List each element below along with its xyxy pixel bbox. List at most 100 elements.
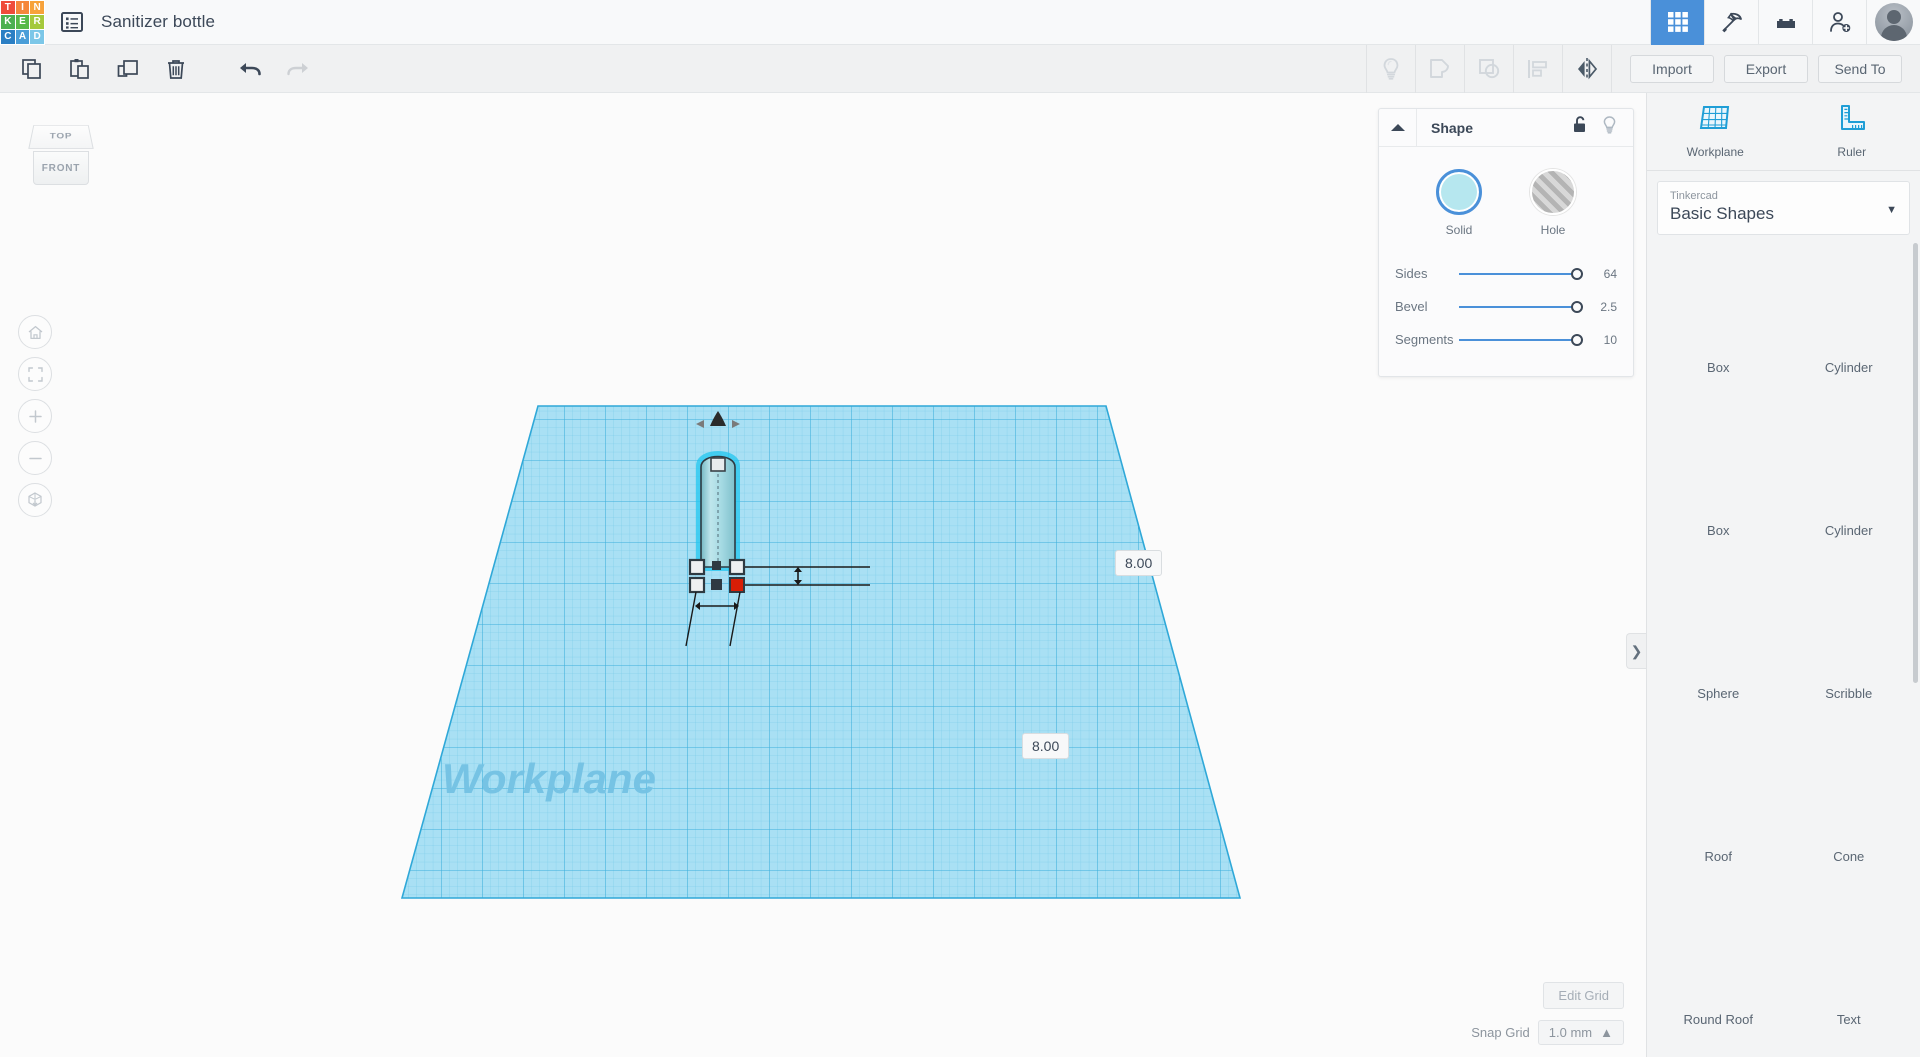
shape-item-roof[interactable]: Roof <box>1653 731 1784 883</box>
logo-tile-d: D <box>30 29 44 44</box>
avatar[interactable] <box>1866 0 1920 45</box>
shape-parameter-sliders: Sides 64 Bevel 2.5 Segments 10 <box>1379 249 1633 376</box>
view-orientation-cube[interactable]: TOP FRONT <box>27 121 97 195</box>
export-button[interactable]: Export <box>1724 54 1808 83</box>
logo-tile-i: I <box>15 0 30 15</box>
top-bar: TIN KER CAD Sanitizer bottle <box>0 0 1920 45</box>
ruler-tool[interactable]: Ruler <box>1784 93 1920 170</box>
hole-label: Hole <box>1540 223 1566 237</box>
undo-icon[interactable] <box>226 45 274 93</box>
shape-label: Cylinder <box>1824 360 1873 375</box>
ungroup-icon[interactable] <box>1465 45 1513 93</box>
unlock-icon[interactable] <box>1573 116 1588 139</box>
main-toolbar: Import Export Send To <box>0 44 1920 93</box>
chevron-down-icon: ▼ <box>1886 204 1897 216</box>
topbar-actions <box>1650 0 1920 45</box>
edit-grid-button[interactable]: Edit Grid <box>1543 982 1624 1009</box>
slider-knob-sides[interactable] <box>1571 267 1583 280</box>
import-button[interactable]: Import <box>1630 54 1714 83</box>
zoom-in-icon[interactable] <box>18 399 52 433</box>
shape-item-box-hole[interactable]: Box <box>1653 242 1784 394</box>
shape-library-dropdown[interactable]: Tinkercad Basic Shapes ▼ <box>1657 181 1910 235</box>
slider-knob-segments[interactable] <box>1571 333 1583 346</box>
shape-item-sphere[interactable]: Sphere <box>1653 568 1784 720</box>
codeblocks-pickaxe-icon[interactable] <box>1704 0 1758 45</box>
tinkercad-logo[interactable]: TIN KER CAD <box>0 0 45 45</box>
slider-knob-bevel[interactable] <box>1571 300 1583 313</box>
shape-label: Sphere <box>1697 686 1740 701</box>
lightbulb-icon[interactable] <box>1602 116 1617 139</box>
slider-track-sides[interactable] <box>1459 267 1583 280</box>
workplane-watermark: Workplane <box>442 755 656 802</box>
project-title: Sanitizer bottle <box>101 12 216 31</box>
shape-item-cone[interactable]: Cone <box>1784 731 1915 883</box>
copy-icon[interactable] <box>8 45 56 93</box>
file-actions-group: Import Export Send To <box>1612 54 1920 83</box>
snap-grid-control: Snap Grid 1.0 mm ▲ <box>1471 1020 1624 1045</box>
slider-label-segments: Segments <box>1395 332 1454 347</box>
duplicate-icon[interactable] <box>104 45 152 93</box>
home-view-icon[interactable] <box>18 315 52 349</box>
solid-swatch[interactable] <box>1436 169 1482 215</box>
slider-value-bevel: 2.5 <box>1600 299 1617 314</box>
selected-shape[interactable] <box>696 451 740 571</box>
slider-value-segments: 10 <box>1603 332 1617 347</box>
solid-option[interactable]: Solid <box>1436 169 1482 237</box>
viewcube-front-face[interactable]: FRONT <box>33 151 89 185</box>
zoom-out-icon[interactable] <box>18 441 52 475</box>
shape-label: Cone <box>1833 849 1865 864</box>
slider-track-segments[interactable] <box>1459 333 1583 346</box>
group-icon[interactable] <box>1416 45 1464 93</box>
width-dimension-label[interactable]: 8.00 <box>1022 733 1070 759</box>
document-list-icon[interactable] <box>59 9 85 35</box>
logo-tile-a: A <box>15 29 30 44</box>
delete-trash-icon[interactable] <box>152 45 200 93</box>
orthographic-toggle-icon[interactable] <box>18 483 52 517</box>
shape-item-round-roof[interactable]: Round Roof <box>1653 894 1784 1046</box>
shape-label: Box <box>1707 523 1730 538</box>
hole-option[interactable]: Hole <box>1530 169 1576 237</box>
paste-icon[interactable] <box>56 45 104 93</box>
slider-track-bevel[interactable] <box>1459 300 1583 313</box>
redo-icon[interactable] <box>274 45 322 93</box>
slider-value-sides: 64 <box>1603 266 1617 281</box>
blocks-brick-icon[interactable] <box>1758 0 1812 45</box>
inspector-title: Shape <box>1431 119 1474 136</box>
tinkercad-app: TINKERCAD Sanitizer bottle Import Export… <box>0 0 1920 1057</box>
shape-label: Box <box>1707 360 1730 375</box>
panel-collapse-toggle[interactable]: ❯ <box>1626 633 1646 669</box>
roundroof-icon <box>1674 913 1762 1002</box>
collapse-triangle-icon[interactable] <box>1379 108 1417 147</box>
shape-label: Cylinder <box>1824 523 1873 538</box>
lightbulb-icon[interactable] <box>1367 45 1415 93</box>
hole-swatch[interactable] <box>1530 169 1576 215</box>
add-user-icon[interactable] <box>1812 0 1866 45</box>
shape-item-cylinder[interactable]: Cylinder <box>1784 405 1915 557</box>
grid-apps-icon[interactable] <box>1650 0 1704 45</box>
snap-grid-label: Snap Grid <box>1471 1025 1530 1040</box>
mirror-icon[interactable] <box>1563 45 1611 93</box>
slider-label-bevel: Bevel <box>1395 299 1428 314</box>
sphere-icon <box>1674 587 1762 676</box>
height-dimension-label[interactable]: 8.00 <box>1115 550 1163 576</box>
workplane-grid[interactable]: Workplane <box>400 378 1280 938</box>
shape-item-box[interactable]: Box <box>1653 405 1784 557</box>
shapes-scrollbar[interactable] <box>1913 243 1918 683</box>
edit-tools-group <box>0 45 322 93</box>
fit-to-view-icon[interactable] <box>18 357 52 391</box>
solid-hole-selector: Solid Hole <box>1379 147 1633 249</box>
send-to-button[interactable]: Send To <box>1818 54 1902 83</box>
snap-grid-value: 1.0 mm <box>1548 1025 1593 1040</box>
shape-item-scribble[interactable]: Scribble <box>1784 568 1915 720</box>
ruler-icon <box>1835 104 1869 139</box>
viewcube-top-face[interactable]: TOP <box>28 125 94 149</box>
slider-row-segments: Segments 10 <box>1395 323 1617 356</box>
shape-item-text[interactable]: Text <box>1784 894 1915 1046</box>
logo-tile-c: C <box>1 29 15 44</box>
slider-label-sides: Sides <box>1395 266 1428 281</box>
align-icon[interactable] <box>1514 45 1562 93</box>
workplane-tool[interactable]: Workplane <box>1647 93 1784 170</box>
snap-grid-select[interactable]: 1.0 mm ▲ <box>1537 1020 1624 1045</box>
shape-item-cylinder-hole[interactable]: Cylinder <box>1784 242 1915 394</box>
library-name: Basic Shapes <box>1670 204 1774 223</box>
